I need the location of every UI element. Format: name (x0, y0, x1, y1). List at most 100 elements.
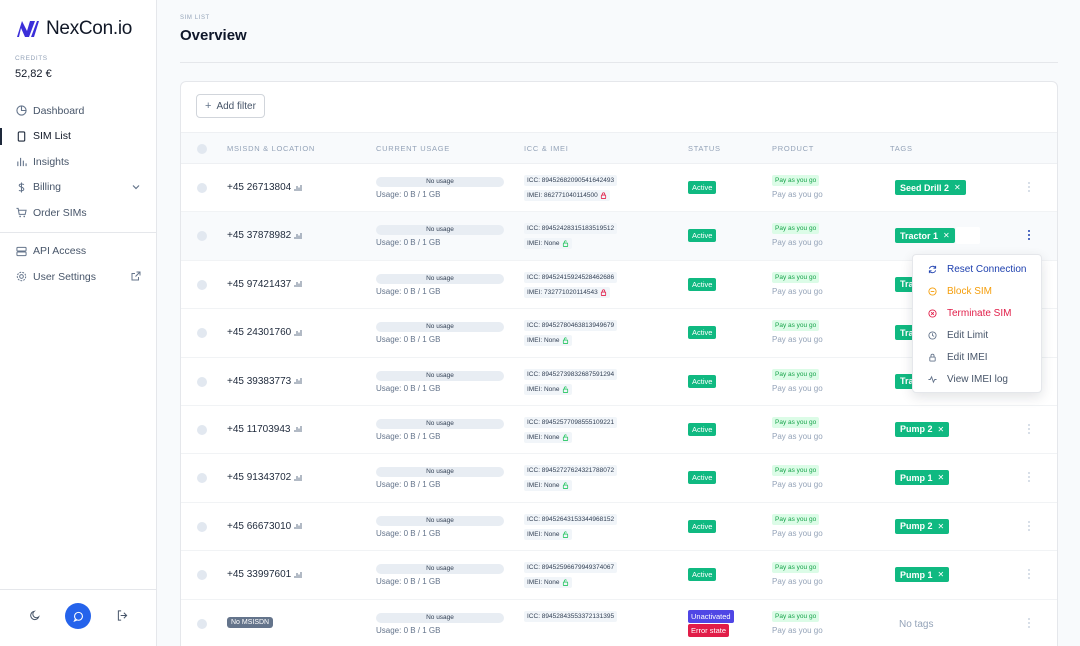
tag-chip[interactable]: Pump 1 ✕ (895, 567, 950, 583)
imei-value[interactable]: IMEI: 862771040114500 (524, 190, 610, 201)
column-header-product[interactable]: PRODUCT (772, 144, 814, 153)
row-checkbox[interactable] (197, 279, 207, 290)
row-actions-button[interactable] (1026, 422, 1032, 436)
imei-value[interactable]: IMEI: None (524, 335, 572, 347)
sidebar-item-user-settings[interactable]: User Settings (0, 264, 157, 290)
row-checkbox[interactable] (197, 328, 207, 339)
sidebar-item-insights[interactable]: Insights (0, 149, 157, 175)
table-row[interactable]: No MSISDN No usage Usage: 0 B / 1 GB ICC… (181, 600, 1057, 646)
msisdn[interactable]: +45 33997601 (227, 569, 302, 580)
imei-value[interactable]: IMEI: None (524, 431, 572, 443)
sidebar-divider (0, 231, 157, 233)
imei-value[interactable]: IMEI: None (524, 577, 572, 589)
column-header-tags[interactable]: TAGS (890, 144, 913, 153)
msisdn[interactable]: +45 91343702 (227, 472, 302, 483)
cart-icon (15, 207, 27, 219)
table-row[interactable]: +45 91343702 No usage Usage: 0 B / 1 GB … (181, 454, 1057, 503)
icc-value: ICC: 89452596679949374067 (524, 562, 618, 574)
msisdn[interactable]: +45 39383773 (227, 376, 302, 387)
signal-icon (294, 474, 302, 481)
sidebar-item-order-sims[interactable]: Order SIMs (0, 200, 157, 226)
tag-chip[interactable]: Pump 1 ✕ (895, 470, 950, 486)
imei-value[interactable]: IMEI: None (524, 528, 572, 540)
table-row[interactable]: +45 11703943 No usage Usage: 0 B / 1 GB … (181, 406, 1057, 455)
page-title: Overview (180, 27, 247, 44)
column-header-usage[interactable]: CURRENT USAGE (376, 144, 450, 153)
table-row[interactable]: +45 66673010 No usage Usage: 0 B / 1 GB … (181, 503, 1057, 552)
moon-icon (29, 610, 40, 620)
imei-value[interactable]: IMEI: None (524, 238, 572, 250)
sidebar-item-api-access[interactable]: API Access (0, 239, 157, 265)
icc-value: ICC: 89452780463813949679 (524, 320, 618, 332)
sidebar-item-dashboard[interactable]: Dashboard (0, 98, 157, 124)
tag-input[interactable] (956, 227, 980, 245)
msisdn-value: +45 26713804 (227, 182, 292, 193)
column-header-msisdn[interactable]: MSISDN & LOCATION (227, 144, 315, 153)
imei-value[interactable]: IMEI: None (524, 383, 572, 395)
row-checkbox[interactable] (197, 183, 207, 193)
menu-item-reset-connection[interactable]: Reset Connection (913, 258, 1041, 280)
msisdn[interactable]: +45 24301760 (227, 327, 302, 338)
tag-chip[interactable]: Seed Drill 2 ✕ (895, 180, 966, 195)
lock-open-icon (562, 240, 568, 248)
table-row[interactable]: +45 33997601 No usage Usage: 0 B / 1 GB … (181, 551, 1057, 600)
activity-icon (927, 374, 937, 384)
table-header: MSISDN & LOCATION CURRENT USAGE ICC & IM… (181, 132, 1057, 164)
imei-value[interactable]: IMEI: 732771020114543 (524, 286, 610, 298)
logout-button[interactable] (115, 608, 129, 622)
remove-tag-icon[interactable]: ✕ (938, 473, 945, 482)
row-checkbox[interactable] (197, 473, 207, 484)
chat-button[interactable] (65, 603, 91, 629)
menu-item-terminate-sim[interactable]: Terminate SIM (913, 302, 1041, 324)
menu-item-label: Edit Limit (947, 329, 989, 341)
remove-tag-icon[interactable]: ✕ (943, 231, 950, 240)
no-tags-text[interactable]: No tags (899, 619, 933, 630)
usage-bar: No usage (376, 322, 504, 333)
row-actions-button[interactable] (1026, 180, 1032, 194)
row-checkbox[interactable] (197, 424, 207, 435)
row-actions-button[interactable] (1026, 567, 1032, 581)
menu-item-block-sim[interactable]: Block SIM (913, 280, 1041, 302)
sidebar-item-sim-list[interactable]: SIM List (0, 124, 157, 150)
row-checkbox[interactable] (197, 570, 207, 581)
dark-mode-button[interactable] (28, 608, 42, 622)
sidebar-item-label: SIM List (33, 130, 71, 143)
remove-tag-icon[interactable]: ✕ (938, 570, 945, 579)
remove-tag-icon[interactable]: ✕ (954, 183, 961, 192)
menu-item-edit-limit[interactable]: Edit Limit (913, 324, 1041, 346)
remove-tag-icon[interactable]: ✕ (938, 522, 945, 531)
msisdn[interactable]: +45 97421437 (227, 279, 302, 290)
sidebar-item-label: Dashboard (33, 104, 85, 117)
usage-bar: No usage (376, 467, 504, 478)
imei-value[interactable]: IMEI: None (524, 480, 572, 492)
menu-item-edit-imei[interactable]: Edit IMEI (913, 346, 1041, 368)
row-actions-button[interactable] (1026, 616, 1032, 630)
msisdn[interactable]: +45 26713804 (227, 182, 302, 193)
lock-closed-icon (600, 192, 606, 199)
tag-chip[interactable]: Pump 2 ✕ (895, 421, 950, 437)
row-checkbox[interactable] (197, 521, 207, 532)
row-checkbox[interactable] (197, 618, 207, 629)
menu-item-view-imei-log[interactable]: View IMEI log (913, 368, 1041, 390)
table-row[interactable]: +45 26713804 No usage Usage: 0 B / 1 GB … (181, 164, 1057, 213)
sidebar-item-label: User Settings (33, 270, 97, 283)
add-filter-button[interactable]: + Add filter (196, 94, 265, 118)
remove-tag-icon[interactable]: ✕ (938, 425, 945, 434)
msisdn[interactable]: +45 11703943 (227, 424, 302, 435)
logo[interactable]: NexCon.io (16, 18, 132, 40)
add-filter-label: Add filter (216, 100, 256, 112)
row-actions-button[interactable] (1026, 519, 1032, 533)
icc-value: ICC: 89452643153344968152 (524, 513, 618, 525)
select-all-checkbox[interactable] (197, 144, 207, 154)
row-checkbox[interactable] (197, 376, 207, 387)
row-checkbox[interactable] (197, 231, 207, 242)
sidebar-item-billing[interactable]: Billing (0, 175, 157, 201)
msisdn[interactable]: +45 66673010 (227, 521, 302, 532)
tag-chip[interactable]: Tractor 1 ✕ (895, 228, 955, 244)
msisdn[interactable]: +45 37878982 (227, 230, 302, 241)
row-actions-button[interactable] (1026, 470, 1032, 484)
tag-chip[interactable]: Pump 2 ✕ (895, 518, 950, 534)
row-actions-button[interactable] (1026, 228, 1032, 242)
column-header-status[interactable]: STATUS (688, 144, 721, 153)
column-header-icc-imei[interactable]: ICC & IMEI (524, 144, 569, 153)
